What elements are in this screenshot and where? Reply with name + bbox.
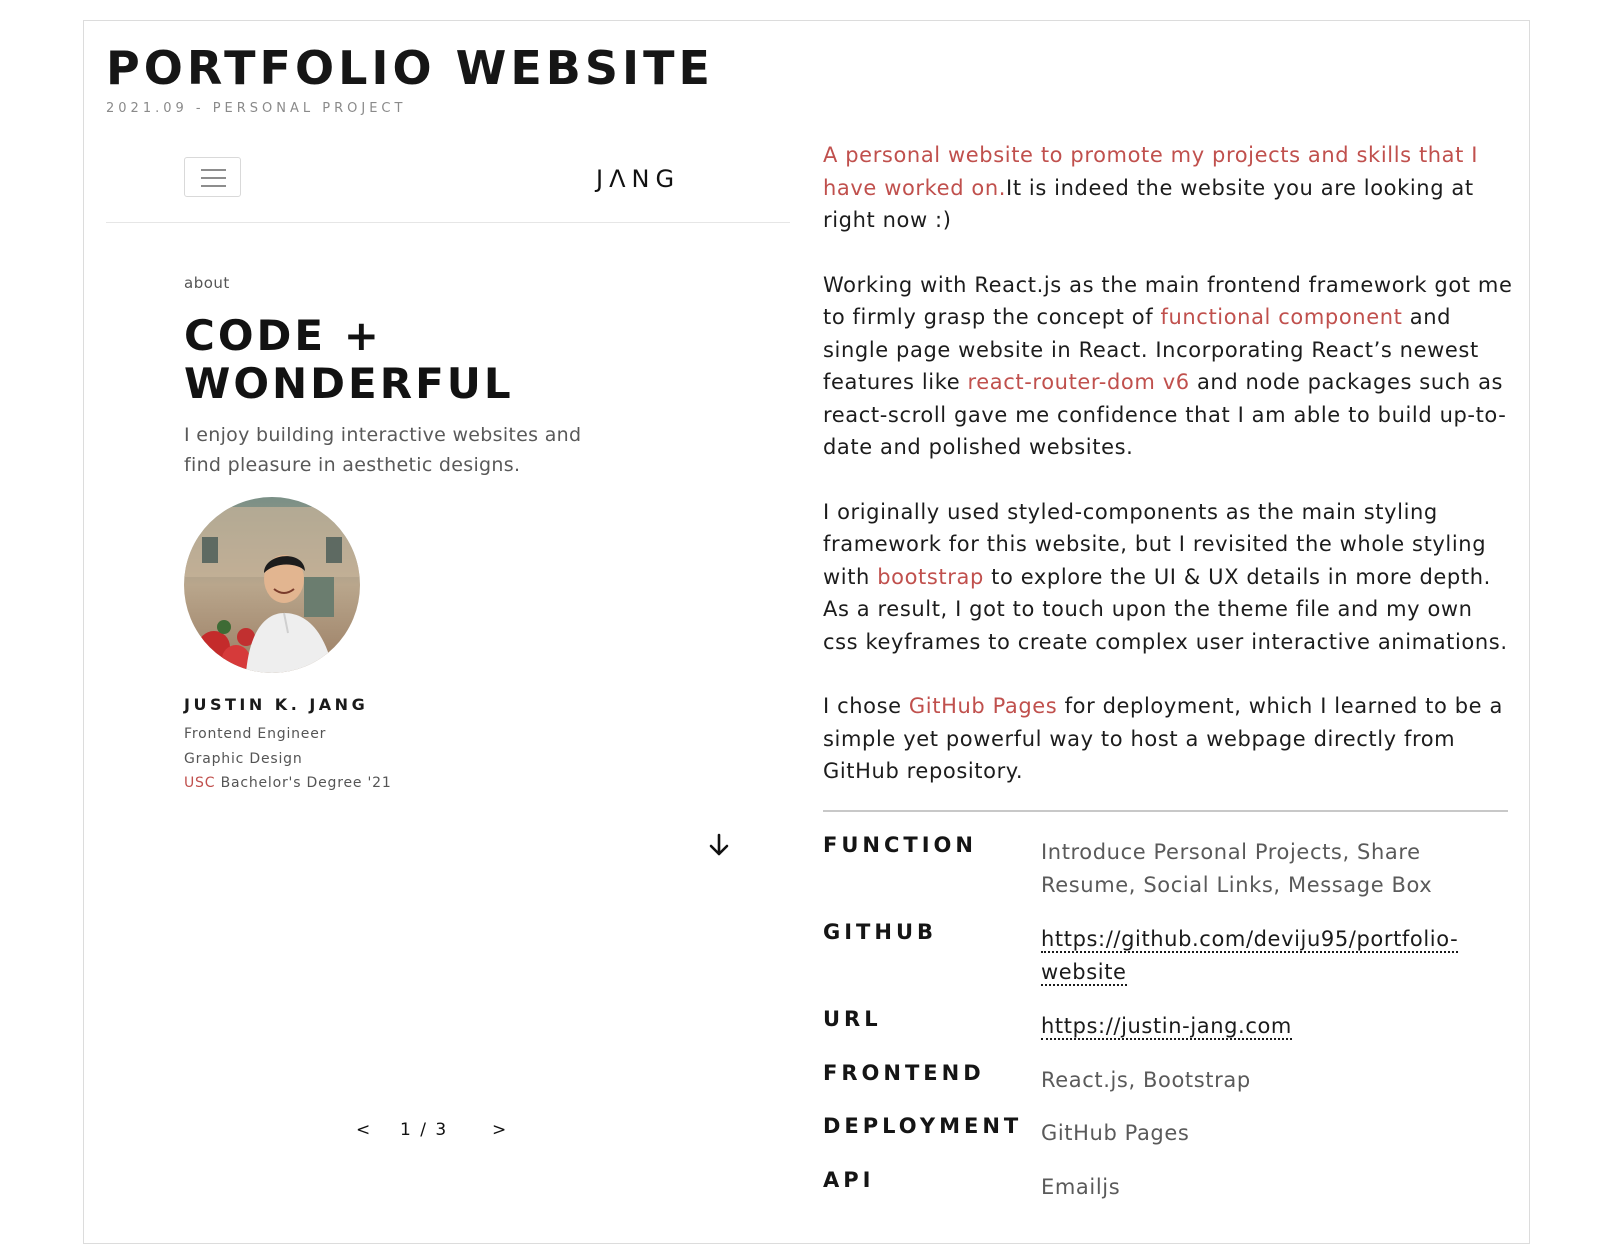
spec-key: DEPLOYMENT (823, 1114, 1023, 1138)
section-label: about (184, 274, 230, 292)
project-title: PORTFOLIO WEBSITE (106, 41, 714, 95)
headline-line-1: CODE + (184, 311, 382, 360)
spec-value: https://github.com/deviju95/portfolio-we… (1041, 923, 1481, 988)
description-paragraph: I originally used styled-components as t… (823, 496, 1513, 659)
spec-value: Emailjs (1041, 1175, 1121, 1199)
project-description: A personal website to promote my project… (823, 139, 1513, 820)
menu-line (201, 169, 226, 171)
arrow-down-icon[interactable] (706, 832, 732, 858)
spec-value: GitHub Pages (1041, 1121, 1190, 1145)
prev-page-button[interactable]: < (356, 1120, 372, 1140)
spec-key: GITHUB (823, 920, 938, 944)
functional-component-link[interactable]: functional component (1161, 305, 1403, 329)
person-education: USC Bachelor's Degree '21 (184, 775, 392, 791)
menu-line (201, 177, 226, 179)
hero-headline: CODE + WONDERFUL (184, 312, 604, 408)
avatar (184, 497, 360, 673)
site-preview: JΛNG about CODE + WONDERFUL I enjoy buil… (106, 140, 790, 1150)
description-paragraph: I chose GitHub Pages for deployment, whi… (823, 690, 1513, 788)
spec-key: FRONTEND (823, 1061, 985, 1085)
preview-pager: < 1 / 3 > (356, 1120, 536, 1144)
hero-tagline: I enjoy building interactive websites an… (184, 424, 582, 476)
avatar-photo (184, 497, 360, 673)
spec-key: FUNCTION (823, 833, 977, 857)
person-role: Graphic Design (184, 751, 303, 767)
brand-logo[interactable]: JΛNG (596, 164, 680, 194)
description-paragraph: A personal website to promote my project… (823, 139, 1513, 237)
headline-line-2: WONDERFUL (184, 359, 514, 408)
person-name: JUSTIN K. JANG (184, 695, 369, 714)
degree-text: Bachelor's Degree '21 (215, 775, 392, 791)
menu-line (201, 185, 226, 187)
react-router-link[interactable]: react-router-dom v6 (968, 370, 1190, 394)
preview-navbar: JΛNG (106, 140, 790, 223)
spec-value: React.js, Bootstrap (1041, 1068, 1251, 1092)
spec-value: Introduce Personal Projects, Share Resum… (1041, 840, 1433, 897)
github-repo-link[interactable]: https://github.com/deviju95/portfolio-we… (1041, 927, 1459, 986)
spec-key: API (823, 1168, 875, 1192)
github-pages-link[interactable]: GitHub Pages (909, 694, 1057, 718)
project-subtitle: 2021.09 - PERSONAL PROJECT (106, 101, 407, 116)
next-page-button[interactable]: > (492, 1120, 508, 1140)
description-paragraph: Working with React.js as the main fronte… (823, 269, 1513, 464)
section-divider (823, 810, 1508, 812)
hamburger-menu-icon[interactable] (184, 157, 241, 197)
bootstrap-link[interactable]: bootstrap (877, 565, 984, 589)
school-link[interactable]: USC (184, 775, 215, 791)
site-url-link[interactable]: https://justin-jang.com (1041, 1014, 1292, 1040)
spec-value: https://justin-jang.com (1041, 1010, 1481, 1043)
person-role: Frontend Engineer (184, 726, 327, 742)
page-counter: 1 / 3 (400, 1120, 449, 1140)
description-text: I chose (823, 694, 909, 718)
spec-key: URL (823, 1007, 882, 1031)
